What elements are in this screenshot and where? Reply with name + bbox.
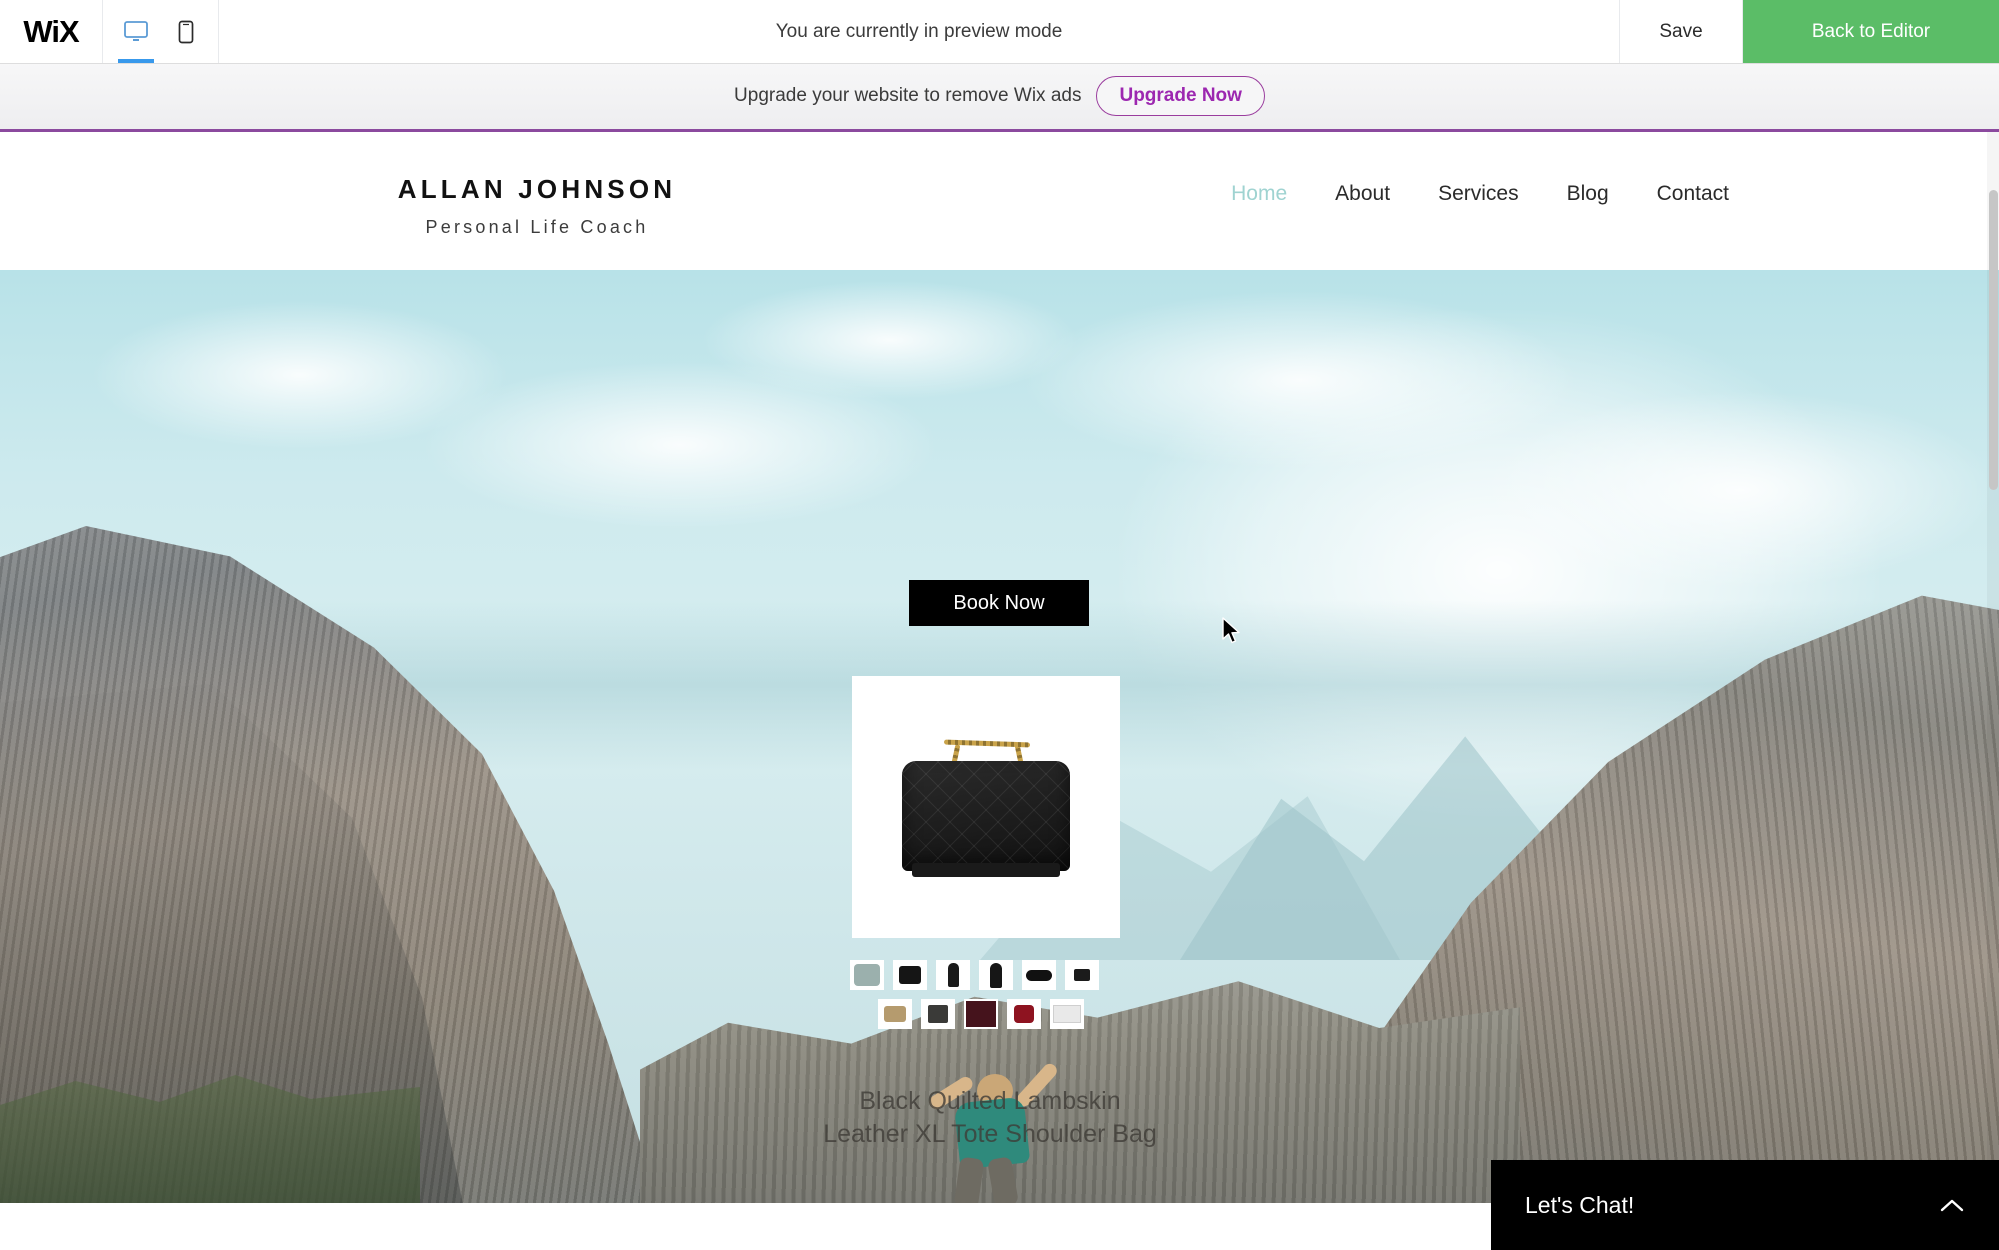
product-main-image[interactable] <box>852 676 1120 938</box>
thumb-black-oval[interactable] <box>1022 960 1056 990</box>
cloud <box>1480 390 1999 590</box>
nav-item-services[interactable]: Services <box>1438 182 1519 206</box>
desktop-icon-glyph <box>123 20 148 41</box>
brand-name: ALLAN JOHNSON <box>397 174 677 204</box>
wix-editor-topbar: WiX You are currently in preview mode Sa… <box>0 0 1999 63</box>
thumb-black-small[interactable] <box>1065 960 1099 990</box>
wix-logo: WiX <box>23 14 79 49</box>
nav-item-home[interactable]: Home <box>1231 182 1287 206</box>
site-navigation: Home About Services Blog Contact <box>1231 182 1729 206</box>
nav-item-blog[interactable]: Blog <box>1567 182 1609 206</box>
nav-item-about[interactable]: About <box>1335 182 1390 206</box>
page-scrollbar-thumb[interactable] <box>1989 190 1998 490</box>
chevron-up-glyph <box>1940 1199 1964 1212</box>
product-title: Black Quilted Lambskin Leather XL Tote S… <box>823 1087 1157 1148</box>
product-thumbnail-gallery <box>850 960 1130 1038</box>
thumb-maroon-item[interactable] <box>964 999 998 1029</box>
thumbnail-row <box>850 960 1130 990</box>
hero-section: Book Now Black Quilted Lambskin Leather … <box>0 270 1999 1203</box>
thumb-black-tall-1[interactable] <box>936 960 970 990</box>
mobile-view-icon[interactable] <box>171 12 201 52</box>
chat-widget-label: Let's Chat! <box>1525 1191 1635 1218</box>
brand-tagline: Personal Life Coach <box>425 217 649 237</box>
nav-item-contact[interactable]: Contact <box>1657 182 1729 206</box>
mobile-icon-glyph <box>178 20 193 43</box>
site-preview-frame: ALLAN JOHNSON Personal Life Coach Home A… <box>0 132 1999 1250</box>
desktop-active-indicator <box>117 58 154 63</box>
upgrade-banner: Upgrade your website to remove Wix ads U… <box>0 63 1999 132</box>
device-toggle-group <box>103 0 219 63</box>
cloud <box>420 360 940 530</box>
site-header: ALLAN JOHNSON Personal Life Coach Home A… <box>0 132 1999 270</box>
back-to-editor-label: Back to Editor <box>1811 20 1931 42</box>
cloud <box>1020 290 1580 470</box>
bag-quilt-pattern <box>902 761 1070 871</box>
site-brand[interactable]: ALLAN JOHNSON Personal Life Coach <box>387 174 687 238</box>
chevron-up-icon[interactable] <box>1939 1192 1965 1218</box>
book-now-button[interactable]: Book Now <box>909 580 1089 626</box>
wix-logo-cell[interactable]: WiX <box>0 0 103 63</box>
save-button[interactable]: Save <box>1620 0 1743 63</box>
thumb-grey-swatch[interactable] <box>850 960 884 990</box>
thumb-white-item[interactable] <box>1050 999 1084 1029</box>
upgrade-now-button[interactable]: Upgrade Now <box>1096 76 1265 116</box>
thumb-black-tall-2[interactable] <box>979 960 1013 990</box>
bag-base <box>912 863 1060 877</box>
upgrade-banner-text: Upgrade your website to remove Wix ads <box>734 85 1082 106</box>
back-to-editor-button[interactable]: Back to Editor <box>1743 0 1999 63</box>
preview-mode-message-area: You are currently in preview mode <box>219 0 1620 63</box>
thumb-beige-item[interactable] <box>878 999 912 1029</box>
save-button-label: Save <box>1659 20 1703 42</box>
thumb-red-item[interactable] <box>1007 999 1041 1029</box>
preview-mode-message: You are currently in preview mode <box>775 20 1063 42</box>
black-quilted-handbag-icon <box>886 727 1086 887</box>
desktop-view-icon[interactable] <box>117 12 154 63</box>
thumbnail-row <box>878 999 1130 1029</box>
chat-widget[interactable]: Let's Chat! <box>1491 1160 1999 1250</box>
thumb-dark-item[interactable] <box>921 999 955 1029</box>
thumb-black-bag[interactable] <box>893 960 927 990</box>
climber-leg-left <box>953 1156 985 1203</box>
